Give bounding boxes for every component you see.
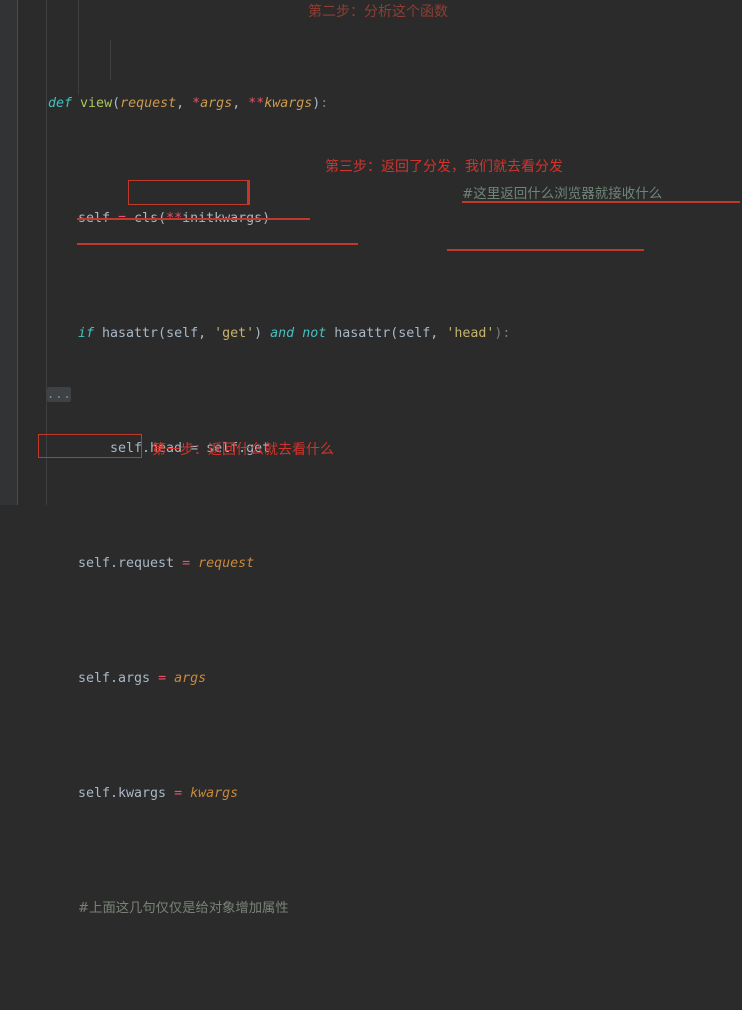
code-line-def-view[interactable]: def view(request, *args, **kwargs): [0, 92, 742, 115]
annotation-browser-receive: #这里返回什么浏览器就接收什么 [462, 186, 663, 202]
annotation-step-three: 第三步：返回了分发，我们就去看分发 [325, 159, 563, 175]
param-request: request [120, 96, 177, 111]
underline-view-summary-right [447, 249, 644, 251]
star-operator: * [192, 96, 201, 111]
keyword-if: if [78, 326, 95, 341]
string-get: 'get' [214, 326, 255, 341]
paren-open: ( [112, 96, 121, 111]
code-line-self-args[interactable]: self.args = args [0, 667, 742, 690]
code-fold-placeholder[interactable]: ... [47, 387, 71, 402]
param-kwargs: kwargs [264, 96, 313, 111]
keyword-def: def [48, 96, 73, 111]
keyword-and: and [270, 326, 295, 341]
function-name-view: view [80, 96, 113, 111]
connector-dispatch-box [248, 180, 250, 205]
keyword-not: not [302, 326, 327, 341]
highlight-box-return-view [38, 434, 142, 458]
code-line-self-kwargs[interactable]: self.kwargs = kwargs [0, 782, 742, 805]
comment-add-attributes: #上面这几句仅仅是给对象增加属性 [78, 901, 289, 916]
annotation-step-one: 第一步：返回什么就去看什么 [152, 442, 334, 458]
annotation-step-two: 第二步：分析这个函数 [308, 4, 448, 20]
underline-view-summary-left [77, 243, 358, 245]
double-star-operator: ** [248, 96, 265, 111]
highlight-box-dispatch-call [128, 180, 248, 205]
code-editor[interactable]: def view(request, *args, **kwargs): self… [0, 0, 742, 916]
code-line-comment-add-attrs[interactable]: #上面这几句仅仅是给对象增加属性 [0, 897, 742, 920]
code-line-if-hasattr[interactable]: if hasattr(self, 'get') and not hasattr(… [0, 322, 742, 345]
string-head: 'head' [446, 326, 495, 341]
code-line-self-request[interactable]: self.request = request [0, 552, 742, 575]
param-args: args [200, 96, 233, 111]
underline-object-lookup [77, 218, 310, 220]
code-content[interactable]: def view(request, *args, **kwargs): self… [0, 0, 742, 1010]
